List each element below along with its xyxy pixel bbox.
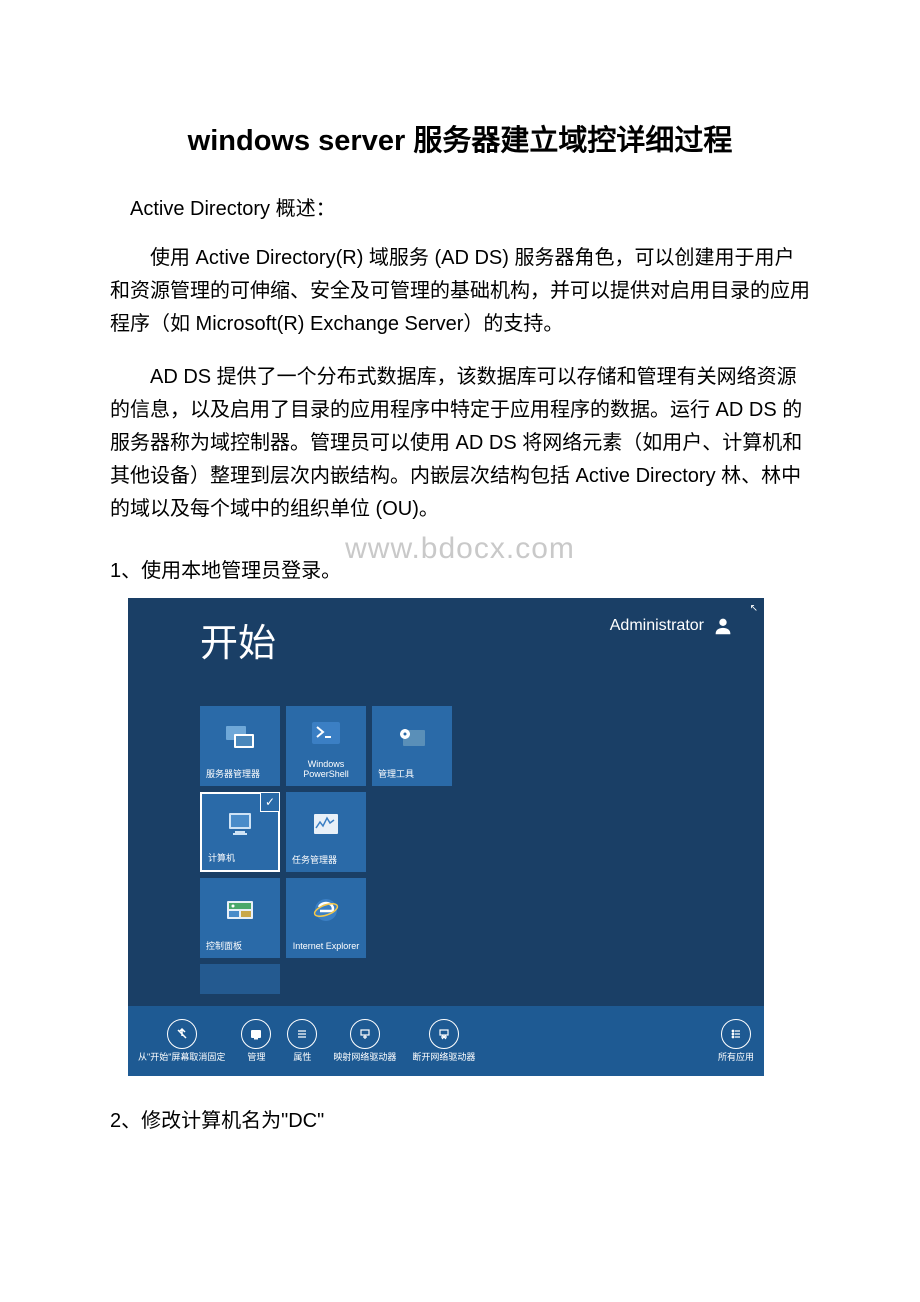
tile-label: 管理工具 [372, 770, 452, 780]
appbar-label: 所有应用 [718, 1053, 754, 1062]
control-panel-icon [200, 878, 280, 942]
start-screen-screenshot: ↖ 开始 Administrator 服务器管理器 Windows PowerS… [128, 598, 764, 1076]
tile-label: Internet Explorer [286, 942, 366, 952]
appbar-label: 断开网络驱动器 [412, 1053, 475, 1062]
map-drive-icon [350, 1019, 380, 1049]
manage-icon [241, 1019, 271, 1049]
section-subtitle: Active Directory 概述： [110, 194, 810, 224]
tile-control-panel[interactable]: 控制面板 [200, 878, 280, 958]
tile-label: 服务器管理器 [200, 770, 280, 780]
tiles-grid: 服务器管理器 Windows PowerShell 管理工具 计算机 任务管理 [200, 706, 452, 958]
tile-internet-explorer[interactable]: Internet Explorer [286, 878, 366, 958]
appbar-label: 属性 [293, 1053, 311, 1062]
tile-label: 控制面板 [200, 942, 280, 952]
paragraph-1: 使用 Active Directory(R) 域服务 (AD DS) 服务器角色… [110, 242, 810, 341]
tile-computer[interactable]: 计算机 [200, 792, 280, 872]
appbar-properties[interactable]: 属性 [287, 1019, 317, 1062]
cursor-icon: ↖ [750, 601, 758, 616]
document-title: windows server 服务器建立域控详细过程 [110, 120, 810, 164]
appbar-all-apps[interactable]: 所有应用 [718, 1019, 754, 1062]
user-account-area[interactable]: Administrator [610, 614, 734, 638]
tile-label: Windows PowerShell [286, 760, 366, 780]
properties-icon [287, 1019, 317, 1049]
appbar-label: 管理 [247, 1053, 265, 1062]
appbar-map-drive[interactable]: 映射网络驱动器 [333, 1019, 396, 1062]
task-manager-icon [286, 792, 366, 856]
start-title: 开始 [200, 616, 276, 673]
user-icon [712, 615, 734, 637]
step-2-text: 2、修改计算机名为"DC" [110, 1106, 810, 1136]
all-apps-icon [721, 1019, 751, 1049]
user-label: Administrator [610, 614, 704, 638]
paragraph-2: AD DS 提供了一个分布式数据库，该数据库可以存储和管理有关网络资源的信息，以… [110, 361, 810, 526]
appbar-disconnect-drive[interactable]: 断开网络驱动器 [412, 1019, 475, 1062]
tile-placeholder [200, 964, 280, 994]
step-1-text: 1、使用本地管理员登录。 [110, 556, 810, 586]
tile-label: 计算机 [202, 854, 278, 864]
appbar-label: 映射网络驱动器 [333, 1053, 396, 1062]
unpin-icon [167, 1019, 197, 1049]
tile-label: 任务管理器 [286, 856, 366, 866]
admin-tools-icon [372, 706, 452, 770]
appbar-unpin[interactable]: 从"开始"屏幕取消固定 [138, 1019, 225, 1062]
disconnect-drive-icon [429, 1019, 459, 1049]
ie-icon [286, 878, 366, 942]
appbar-label: 从"开始"屏幕取消固定 [138, 1053, 225, 1062]
appbar-manage[interactable]: 管理 [241, 1019, 271, 1062]
tile-server-manager[interactable]: 服务器管理器 [200, 706, 280, 786]
server-manager-icon [200, 706, 280, 770]
app-bar: 从"开始"屏幕取消固定 管理 属性 映射网络驱动器 断开网络驱动器 [128, 1006, 764, 1076]
tile-powershell[interactable]: Windows PowerShell [286, 706, 366, 786]
tile-admin-tools[interactable]: 管理工具 [372, 706, 452, 786]
computer-icon [202, 794, 278, 854]
tile-task-manager[interactable]: 任务管理器 [286, 792, 366, 872]
powershell-icon [286, 706, 366, 760]
